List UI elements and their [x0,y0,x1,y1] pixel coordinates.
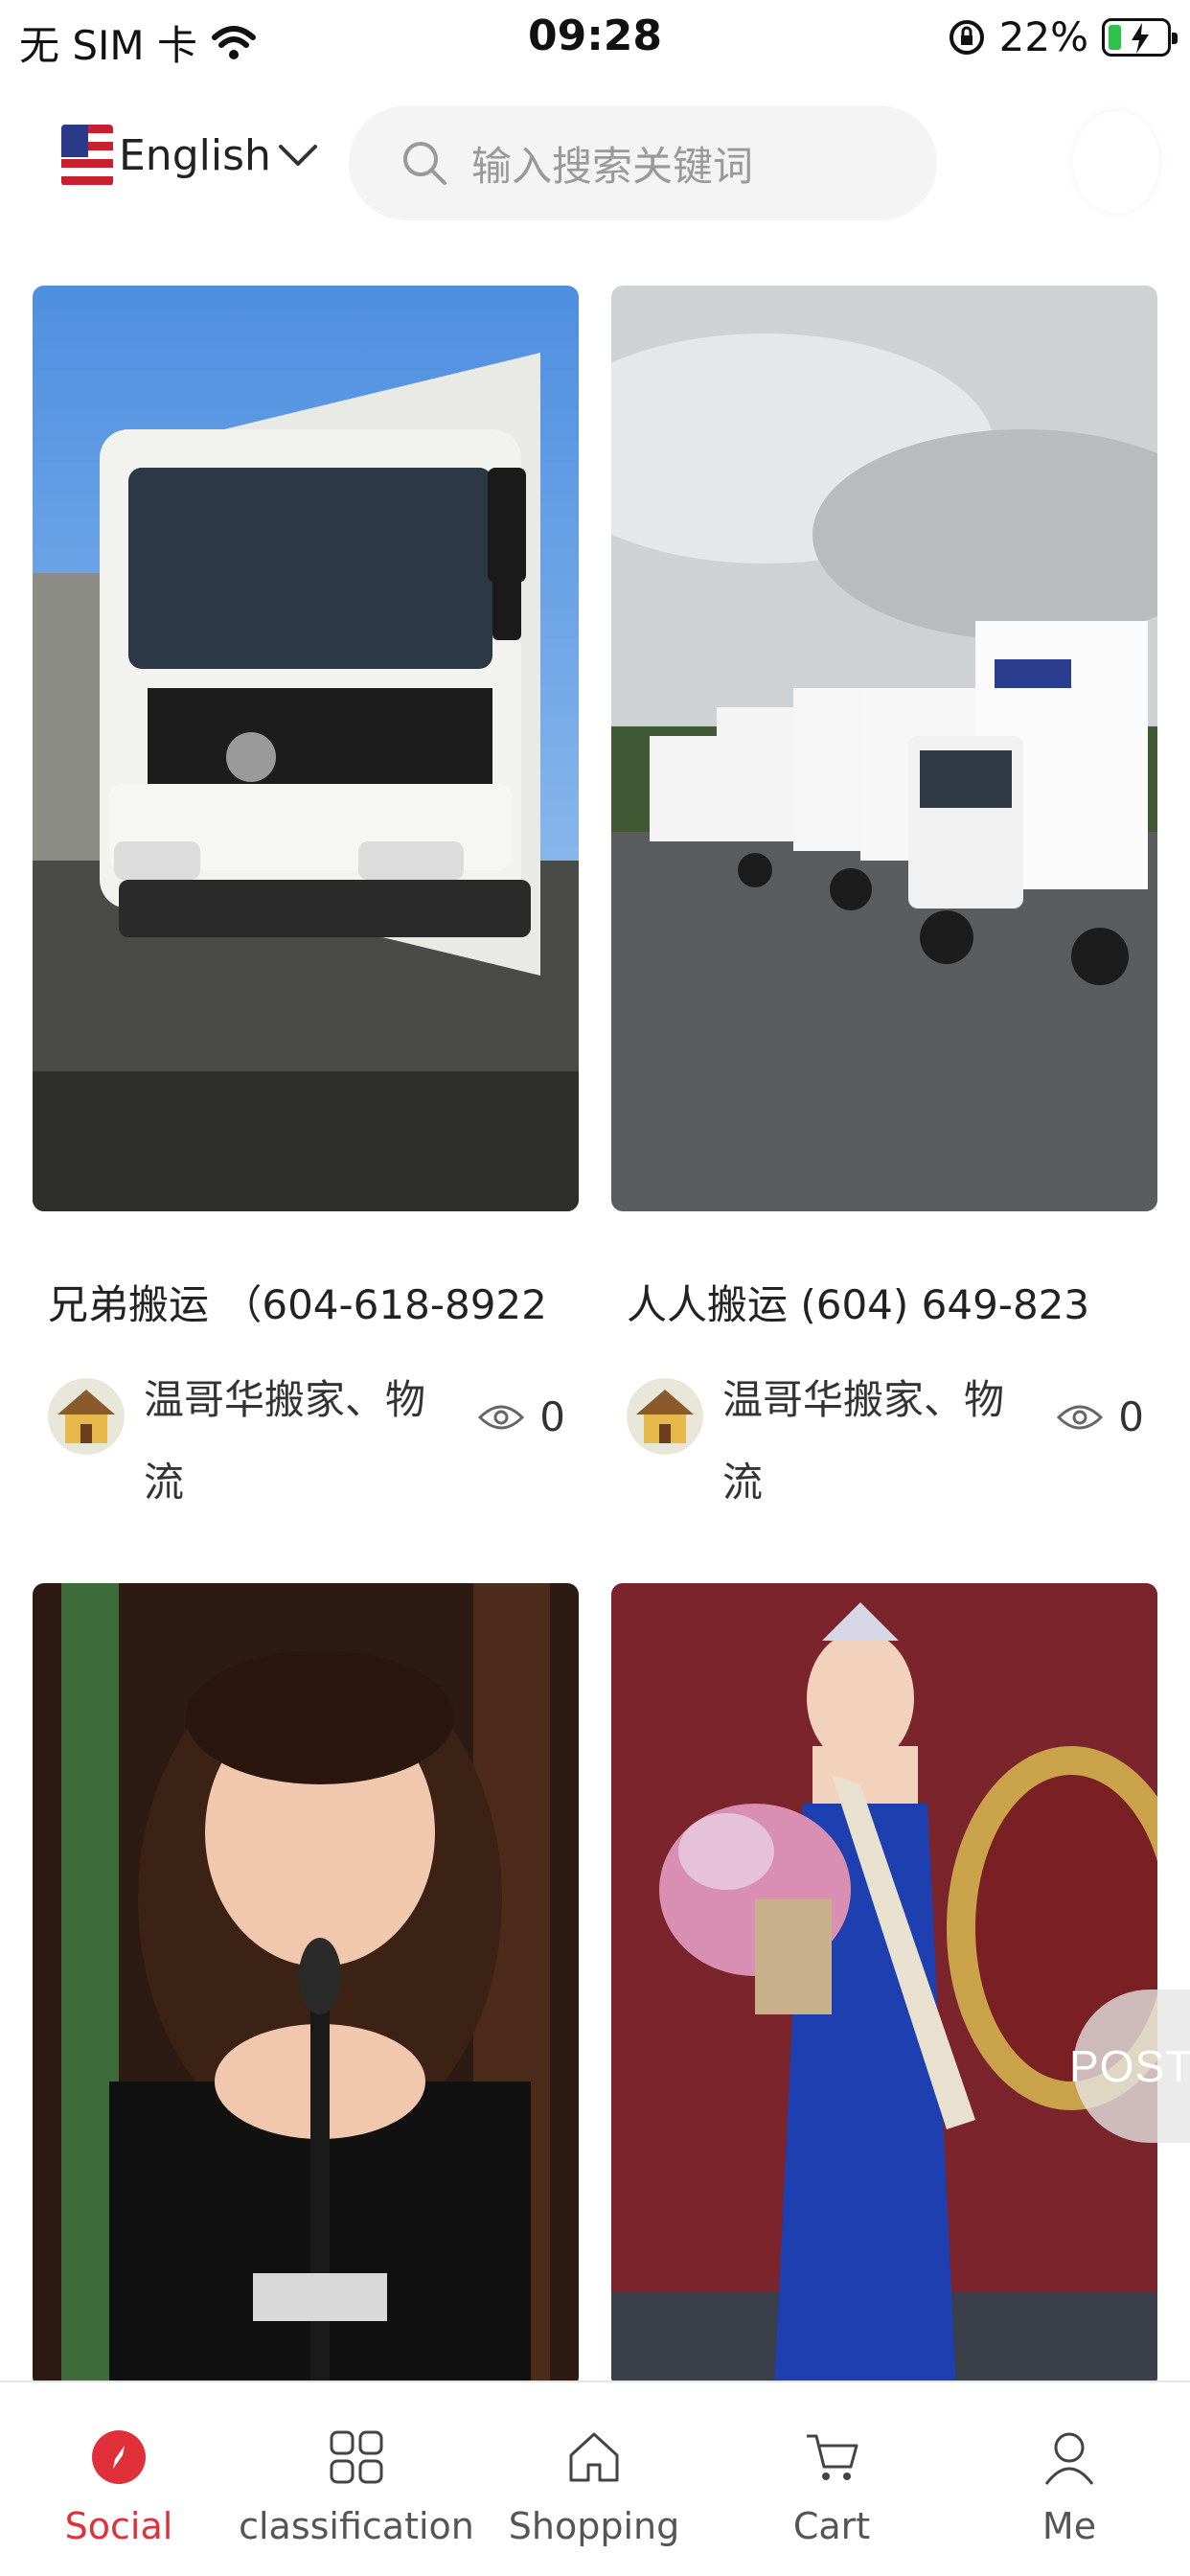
card-meta: 温哥华搬家、物流 0 [627,1359,1144,1506]
tab-cart[interactable]: Cart [713,2382,950,2576]
author-avatar[interactable] [48,1378,125,1455]
truck-photo [33,286,579,1211]
us-flag-icon [61,125,113,186]
grid-icon [320,2421,393,2494]
cart-icon [795,2421,868,2494]
tab-label: Me [1041,2505,1097,2547]
status-right: 22% [948,13,1178,60]
header: English 输入搜索关键词 [0,96,1190,230]
user-icon [1033,2421,1106,2494]
card-image[interactable] [33,286,579,1211]
truck-fleet-photo [611,286,1157,1211]
tab-label: classification [239,2505,474,2547]
card-meta: 温哥华搬家、物流 0 [48,1359,565,1506]
bottom-tab-bar: Social classification Shopping Cart Me [0,2380,1190,2576]
card-title[interactable]: 人人搬运 (604) 649-823 [627,1273,1089,1331]
orientation-lock-icon [949,19,984,55]
battery-icon [1102,17,1178,57]
chevron-down-icon [278,145,317,166]
author-name[interactable]: 温哥华搬家、物流 [722,1359,1029,1524]
card-title[interactable]: 兄弟搬运 （604-618-8922 [48,1273,547,1331]
tab-shopping[interactable]: Shopping [475,2382,713,2576]
search-placeholder: 输入搜索关键词 [471,142,754,190]
card-image[interactable] [611,286,1157,1211]
eye-icon [478,1405,525,1429]
status-bar: 无 SIM 卡 09:28 22% [0,0,1190,86]
card-image[interactable] [33,1583,579,2388]
view-count: 0 [1057,1393,1144,1440]
house-icon [627,1378,703,1455]
speaker-photo [33,1583,579,2388]
view-count: 0 [478,1393,565,1440]
tab-classification[interactable]: classification [238,2382,475,2576]
charging-bolt-icon [1132,22,1149,54]
pageant-photo [611,1583,1157,2388]
user-avatar-button[interactable] [1073,111,1159,213]
search-input[interactable]: 输入搜索关键词 [349,105,937,220]
post-button-label: POST [1069,2041,1190,2091]
home-icon [558,2421,630,2494]
author-avatar[interactable] [627,1378,703,1455]
card-image[interactable] [611,1583,1157,2388]
battery-percent: 22% [998,13,1088,60]
eye-icon [1057,1405,1104,1429]
house-icon [48,1378,125,1455]
battery-level [1109,24,1121,50]
author-name[interactable]: 温哥华搬家、物流 [144,1359,450,1524]
tab-label: Cart [792,2505,871,2547]
language-selector[interactable]: English [61,125,319,186]
view-count-value: 0 [539,1393,565,1440]
search-icon [403,142,446,185]
view-count-value: 0 [1118,1393,1144,1440]
tab-social[interactable]: Social [0,2382,238,2576]
tab-label: Social [64,2505,173,2547]
language-label: English [119,130,271,180]
compass-icon [82,2421,155,2494]
tab-me[interactable]: Me [950,2382,1188,2576]
tab-label: Shopping [508,2505,680,2547]
